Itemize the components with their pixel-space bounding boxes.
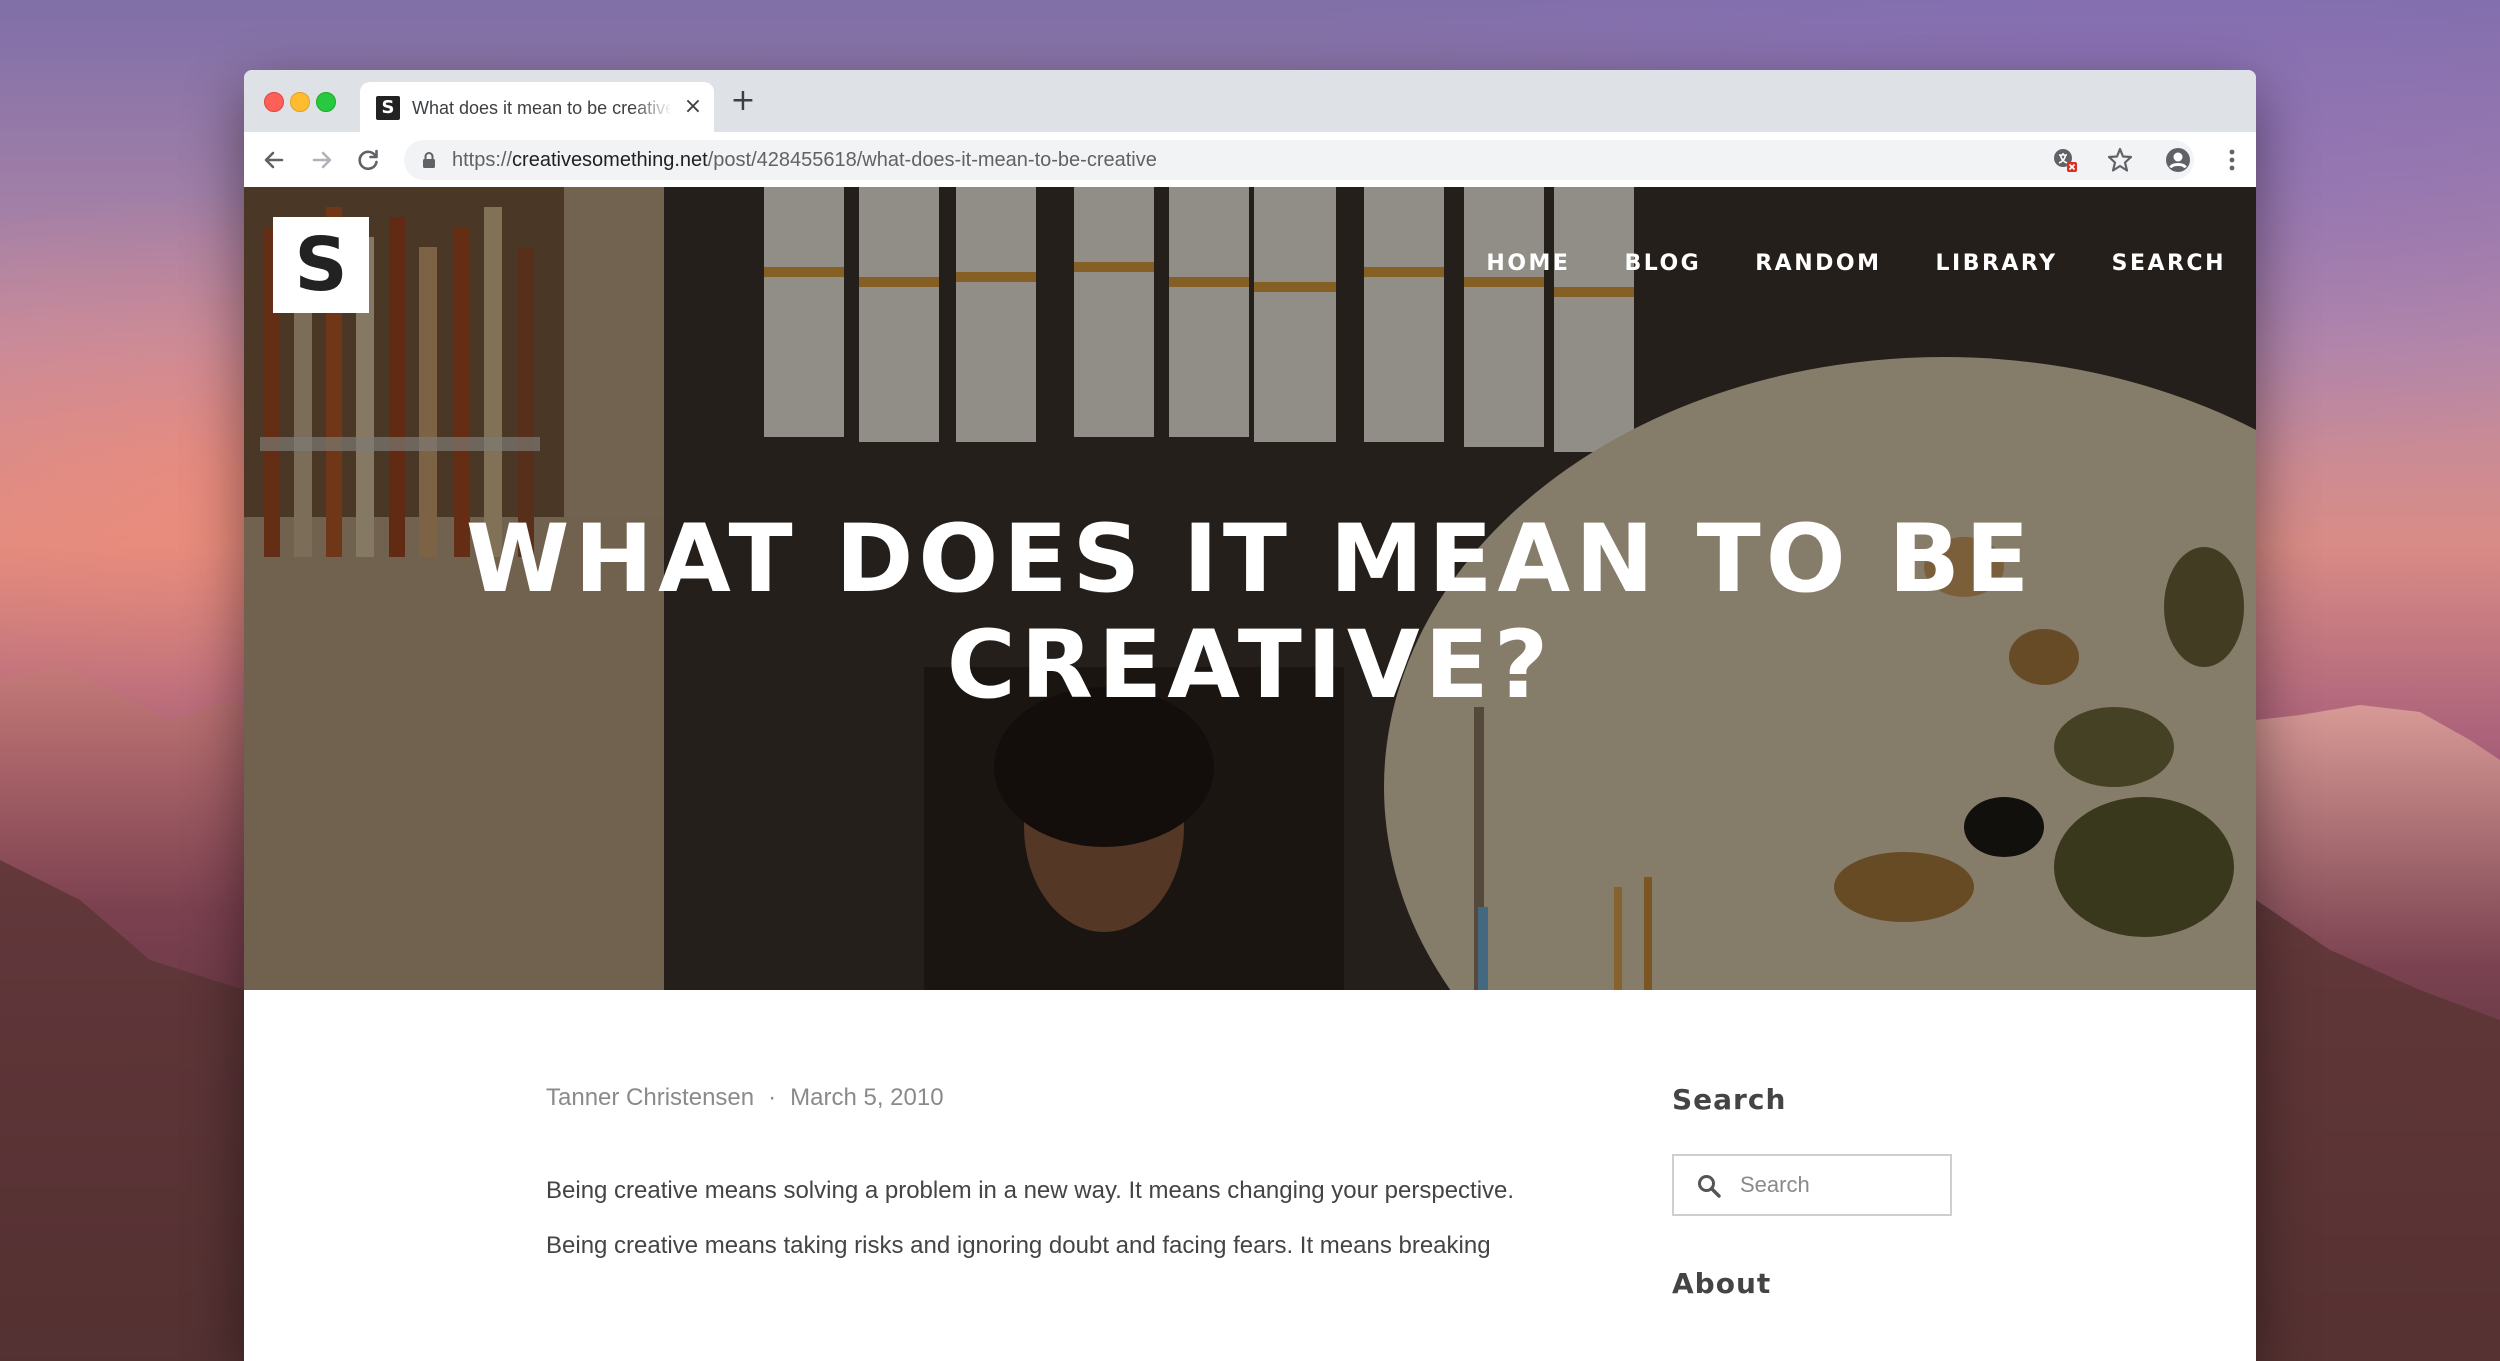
site-logo[interactable]: S: [273, 217, 369, 313]
sidebar-about-heading: About: [1672, 1267, 1772, 1300]
maximize-window-button[interactable]: [316, 92, 336, 112]
post-content: Tanner Christensen · March 5, 2010 Being c…: [546, 1080, 1646, 1266]
post-paragraph: Being creative means solving a problem i…: [546, 1177, 1515, 1204]
sidebar-search-box[interactable]: [1672, 1154, 1952, 1216]
translate-icon[interactable]: [2051, 146, 2079, 174]
post-date[interactable]: March 5, 2010: [790, 1084, 943, 1111]
kebab-menu-icon[interactable]: [2218, 146, 2246, 174]
nav-blog-link[interactable]: BLOG: [1624, 249, 1701, 279]
search-icon: [1698, 1175, 1721, 1198]
new-tab-button[interactable]: +: [728, 86, 758, 116]
browser-toolbar: https://creativesomething.net/post/42845…: [244, 132, 2256, 188]
search-input[interactable]: [1740, 1168, 1930, 1202]
minimize-window-button[interactable]: [290, 92, 310, 112]
url-scheme: https://: [452, 149, 513, 171]
nav-random-link[interactable]: RANDOM: [1755, 249, 1881, 279]
tab-active[interactable]: S What does it mean to be creative? ×: [360, 82, 714, 132]
back-arrow-icon[interactable]: [258, 144, 290, 176]
site-favicon-icon: S: [376, 96, 400, 120]
nav-library-link[interactable]: LIBRARY: [1935, 249, 2057, 279]
site-logo-letter: S: [294, 222, 348, 308]
sidebar: Search About: [1672, 1080, 2072, 1304]
nav-search-link[interactable]: SEARCH: [2112, 249, 2226, 279]
post-title: WHAT DOES IT MEAN TO BE CREATIVE?: [465, 505, 2035, 720]
url-host: creativesomething.net: [512, 149, 708, 171]
star-icon[interactable]: [2106, 146, 2134, 174]
tab-title: What does it mean to be creative?: [412, 98, 672, 118]
site-nav: HOME BLOG RANDOM LIBRARY SEARCH: [1486, 249, 2226, 279]
close-window-button[interactable]: [264, 92, 284, 112]
nav-home-link[interactable]: HOME: [1486, 249, 1570, 279]
tab-bar: S What does it mean to be creative? × +: [244, 70, 2256, 132]
url-text[interactable]: https://creativesomething.net/post/42845…: [452, 147, 1157, 173]
post-author[interactable]: Tanner Christensen: [546, 1084, 754, 1111]
byline-separator: ·: [768, 1084, 777, 1111]
reload-icon[interactable]: [352, 144, 384, 176]
profile-icon[interactable]: [2164, 146, 2192, 174]
browser-window: S What does it mean to be creative? × + …: [244, 70, 2256, 1361]
url-path: /post/428455618/what-does-it-mean-to-be-…: [707, 149, 1157, 171]
lock-icon: [423, 152, 435, 168]
hero-banner: S HOME BLOG RANDOM LIBRARY SEARCH WHAT D…: [244, 187, 2256, 990]
post-paragraph: Being creative means taking risks and ig…: [546, 1232, 1491, 1259]
forward-arrow-icon[interactable]: [306, 144, 338, 176]
post-byline: Tanner Christensen · March 5, 2010: [546, 1080, 1646, 1116]
sidebar-search-heading: Search: [1672, 1083, 1787, 1116]
tab-close-icon[interactable]: ×: [680, 94, 706, 120]
address-bar[interactable]: https://creativesomething.net/post/42845…: [404, 140, 2194, 180]
